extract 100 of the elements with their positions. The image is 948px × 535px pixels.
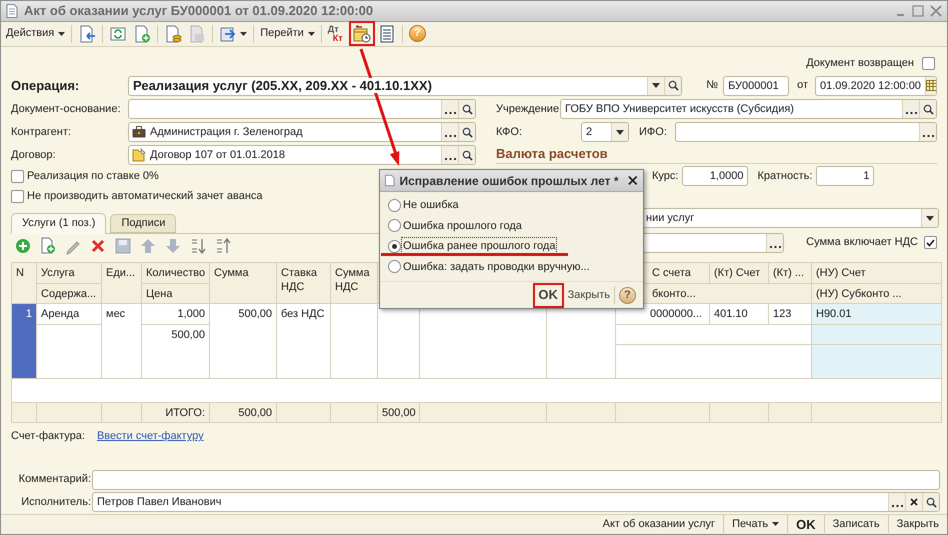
caret-icon xyxy=(240,32,248,36)
radio-button[interactable] xyxy=(388,219,401,232)
goto-menu[interactable]: Перейти xyxy=(260,25,315,42)
document-coins-icon[interactable] xyxy=(164,24,182,42)
section-heading: Валюта расчетов xyxy=(496,144,608,162)
document-arrow-icon[interactable] xyxy=(78,24,96,42)
transfer-menu[interactable] xyxy=(219,24,248,42)
checkbox[interactable] xyxy=(11,170,24,183)
search-button[interactable] xyxy=(664,76,682,94)
search-button[interactable] xyxy=(458,100,475,118)
field-label: Операция: xyxy=(11,76,80,95)
footer-button[interactable]: Акт об оказании услуг xyxy=(602,516,716,532)
maximize-icon[interactable] xyxy=(912,4,924,17)
column-header: Сумма xyxy=(210,262,276,303)
search-button[interactable] xyxy=(458,123,475,141)
institution-field[interactable]: ГОБУ ВПО Университет искусств (Субсидия) xyxy=(560,99,937,119)
search-icon xyxy=(668,80,679,91)
column-header: (НУ) Счет xyxy=(812,262,942,283)
comment-field[interactable] xyxy=(92,470,940,490)
table-cell: ИТОГО: xyxy=(142,402,210,422)
search-icon xyxy=(926,496,936,508)
footer-button[interactable]: Записать xyxy=(832,516,880,532)
table-cell: 500,00 xyxy=(378,402,420,422)
table-cell: Аренда xyxy=(36,303,102,324)
document-arrow-icon[interactable] xyxy=(219,24,238,42)
checkbox[interactable] xyxy=(924,236,937,249)
select-button[interactable] xyxy=(766,234,783,252)
search-icon xyxy=(462,104,472,114)
tab[interactable]: Подписи xyxy=(110,214,176,232)
sort-icon[interactable] xyxy=(214,236,232,254)
contract-field[interactable]: Договор 107 от 01.01.2018 xyxy=(128,145,476,165)
dropdown-button[interactable] xyxy=(921,209,938,227)
refresh-icon[interactable] xyxy=(109,24,128,42)
tab[interactable]: Услуги (1 поз.) xyxy=(11,212,106,234)
selection-field[interactable] xyxy=(641,232,784,252)
counterparty-field[interactable]: Администрация г. Зеленоград xyxy=(128,122,476,142)
field-label: КФО: xyxy=(496,124,524,140)
basis-field[interactable] xyxy=(128,99,476,119)
select-button[interactable] xyxy=(441,146,458,164)
radio-button[interactable] xyxy=(388,260,401,274)
copy-plus-icon[interactable] xyxy=(39,236,57,254)
field-label: Кратность: xyxy=(757,168,812,184)
search-button[interactable] xyxy=(922,493,939,511)
row-number[interactable]: 1 xyxy=(12,303,36,378)
select-button[interactable] xyxy=(888,493,905,511)
help-button[interactable]: ? xyxy=(619,286,636,304)
calendar-button[interactable] xyxy=(924,76,936,94)
footer-button[interactable]: Закрыть xyxy=(896,516,939,532)
search-button[interactable] xyxy=(919,100,936,118)
select-button[interactable] xyxy=(902,100,919,118)
executor-field[interactable]: Петров Павел Иванович xyxy=(92,492,940,512)
dropdown-button[interactable] xyxy=(647,76,664,94)
radio-label[interactable]: Ошибка прошлого года xyxy=(402,218,523,234)
radio-button[interactable] xyxy=(388,240,401,253)
field-label: Комментарий: xyxy=(18,472,91,488)
radio-label[interactable]: Ошибка ранее прошлого года xyxy=(402,238,556,254)
select-button[interactable] xyxy=(441,100,458,118)
ok-button[interactable]: OK xyxy=(538,285,558,305)
close-icon[interactable] xyxy=(628,175,638,186)
document-icon xyxy=(385,174,394,187)
checkbox[interactable] xyxy=(11,190,24,203)
print-menu[interactable]: Печать xyxy=(732,516,780,532)
multiplicity-field[interactable]: 1 xyxy=(816,166,874,186)
checkbox[interactable] xyxy=(922,56,935,70)
operation-field[interactable]: Реализация услуг (205.ХХ, 209.ХХ - 401.10.1ХХ) xyxy=(128,76,682,96)
search-button[interactable] xyxy=(458,146,475,164)
copy-plus-icon[interactable] xyxy=(133,24,152,42)
dropdown-button[interactable] xyxy=(611,123,628,141)
number-field[interactable]: БУ000001 xyxy=(723,76,790,96)
operation-kind-field[interactable]: нии услуг xyxy=(641,208,939,228)
clear-button[interactable] xyxy=(905,493,922,511)
list-icon[interactable] xyxy=(378,24,396,42)
select-button[interactable] xyxy=(919,123,936,141)
table-cell: мес xyxy=(102,303,142,378)
field-label: Договор: xyxy=(11,148,57,163)
clear-icon xyxy=(910,498,918,506)
radio-label[interactable]: Ошибка: задать проводки вручную... xyxy=(402,258,591,275)
field-label: от xyxy=(797,78,808,94)
rate-field[interactable]: 1,0000 xyxy=(682,166,748,186)
ifo-field[interactable] xyxy=(675,122,937,142)
field-label: Курс: xyxy=(652,168,678,184)
radio-label[interactable]: Не ошибка xyxy=(402,197,460,214)
actions-menu[interactable]: Действия xyxy=(6,25,66,42)
invoice-link[interactable]: Ввести счет-фактуру xyxy=(96,428,204,445)
dropdown-icon xyxy=(926,216,934,220)
column-header: Сумма НДС xyxy=(330,262,378,303)
radio-button[interactable] xyxy=(388,198,401,212)
add-icon[interactable] xyxy=(14,236,32,254)
dropdown-icon xyxy=(616,130,624,134)
select-button[interactable] xyxy=(441,123,458,141)
ok-button[interactable]: OK xyxy=(796,514,816,534)
calendar-clock-icon[interactable] xyxy=(352,24,371,42)
kfo-field[interactable]: 2 xyxy=(581,122,629,142)
debit-credit-button[interactable]: Дт Кт xyxy=(328,24,346,42)
date-field[interactable]: 01.09.2020 12:00:00 xyxy=(815,76,937,96)
folder-icon xyxy=(132,148,146,162)
save-icon[interactable] xyxy=(114,236,132,254)
sort-icon[interactable] xyxy=(189,236,207,254)
caret-icon xyxy=(308,32,315,36)
close-button[interactable]: Закрыть xyxy=(568,286,610,304)
